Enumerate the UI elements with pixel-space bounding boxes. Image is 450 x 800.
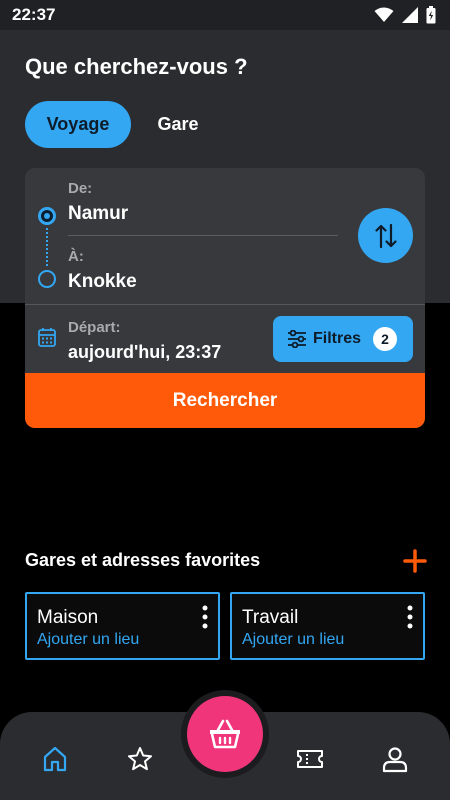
status-icons xyxy=(374,6,436,24)
favorite-name: Maison xyxy=(37,607,99,628)
to-field[interactable]: Knokke xyxy=(68,271,137,293)
person-icon xyxy=(382,747,408,773)
sliders-icon xyxy=(288,330,306,348)
add-place-link[interactable]: Ajouter un lieu xyxy=(242,631,344,649)
status-bar: 22:37 xyxy=(0,0,450,30)
from-field[interactable]: Namur xyxy=(68,203,128,225)
ticket-icon xyxy=(297,750,323,768)
more-vertical-icon[interactable] xyxy=(405,604,415,630)
filters-label: Filtres xyxy=(313,330,362,347)
departure-label: Départ: xyxy=(68,319,121,336)
wifi-icon xyxy=(374,7,394,22)
add-place-link[interactable]: Ajouter un lieu xyxy=(37,631,139,649)
search-button[interactable]: Rechercher xyxy=(25,373,425,428)
favorite-name: Travail xyxy=(242,607,299,628)
swap-arrows-icon xyxy=(374,223,397,248)
page-title: Que cherchez-vous ? xyxy=(25,54,248,79)
favorite-card-home[interactable]: Maison Ajouter un lieu xyxy=(25,592,220,660)
home-icon xyxy=(43,746,67,772)
nav-profile[interactable] xyxy=(380,744,410,774)
battery-charging-icon xyxy=(426,6,436,24)
favorites-title: Gares et adresses favorites xyxy=(25,550,261,570)
basket-button[interactable] xyxy=(187,696,263,772)
tab-voyage[interactable]: Voyage xyxy=(25,101,131,148)
swap-stations-button[interactable] xyxy=(358,208,413,263)
signal-icon xyxy=(402,7,418,23)
from-label: De: xyxy=(68,180,93,197)
nav-favorites[interactable] xyxy=(125,744,155,774)
route-section: De: Namur À: Knokke xyxy=(25,168,425,304)
mode-tabs: Voyage Gare xyxy=(25,101,221,148)
departure-row[interactable]: Départ: aujourd'hui, 23:37 Filtres 2 xyxy=(25,305,425,373)
basket-icon xyxy=(210,719,240,749)
filters-count-badge: 2 xyxy=(373,327,398,351)
route-divider xyxy=(68,235,338,236)
nav-tickets[interactable] xyxy=(295,744,325,774)
calendar-icon xyxy=(38,328,56,347)
star-icon xyxy=(128,747,152,771)
nav-home[interactable] xyxy=(40,744,70,774)
tab-gare[interactable]: Gare xyxy=(135,101,221,148)
status-time: 22:37 xyxy=(12,5,56,24)
add-favorite-plus-icon[interactable] xyxy=(402,548,428,574)
filters-button[interactable]: Filtres 2 xyxy=(273,316,413,362)
origin-marker-icon xyxy=(38,207,56,225)
more-vertical-icon[interactable] xyxy=(200,604,210,630)
search-card: De: Namur À: Knokke Départ: aujourd'hui,… xyxy=(25,168,425,428)
to-label: À: xyxy=(68,248,84,265)
route-connector-line xyxy=(46,228,48,266)
departure-datetime[interactable]: aujourd'hui, 23:37 xyxy=(68,342,221,363)
favorite-card-work[interactable]: Travail Ajouter un lieu xyxy=(230,592,425,660)
destination-marker-icon xyxy=(38,270,56,288)
